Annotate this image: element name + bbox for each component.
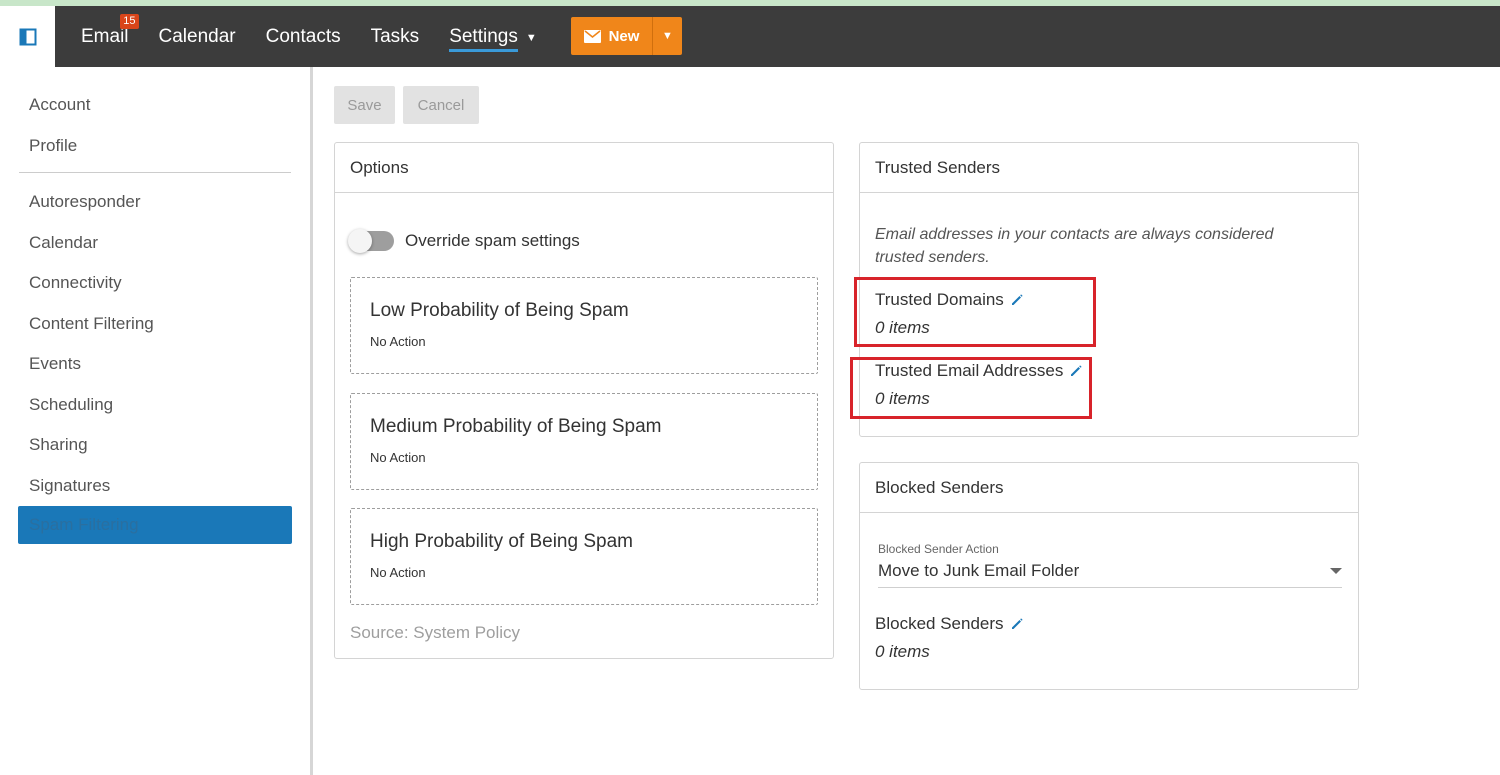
blocked-senders-title: Blocked Senders: [860, 463, 1358, 513]
sidebar-item-account[interactable]: Account: [29, 95, 90, 115]
trusted-senders-title: Trusted Senders: [860, 143, 1358, 193]
new-button[interactable]: New: [571, 17, 652, 55]
sidebar-item-profile[interactable]: Profile: [29, 136, 77, 156]
new-button-label: New: [608, 27, 640, 45]
nav-settings-label: Settings: [449, 26, 518, 52]
sidebar-item-label: Spam Filtering: [29, 515, 139, 534]
low-spam-level[interactable]: Low Probability of Being Spam No Action: [350, 277, 818, 374]
spam-level-title: Low Probability of Being Spam: [370, 300, 629, 321]
spam-level-title: Medium Probability of Being Spam: [370, 416, 662, 437]
sidebar-item-calendar[interactable]: Calendar: [29, 233, 98, 253]
sidebar-item-content-filtering[interactable]: Content Filtering: [29, 314, 154, 334]
sidebar-item-spam-filtering[interactable]: Spam Filtering: [18, 506, 292, 544]
cancel-button[interactable]: Cancel: [403, 86, 479, 124]
toggle-knob: [348, 229, 372, 253]
chevron-down-icon: [1330, 568, 1342, 574]
sidebar-item-autoresponder[interactable]: Autoresponder: [29, 192, 141, 212]
sidebar-toggle-button[interactable]: [0, 6, 55, 67]
blocked-senders-count: 0 items: [875, 642, 930, 661]
sidebar-item-scheduling[interactable]: Scheduling: [29, 395, 113, 415]
override-spam-label: Override spam settings: [405, 231, 580, 250]
nav-email[interactable]: Email 15: [81, 6, 139, 67]
trusted-senders-description: Email addresses in your contacts are alw…: [875, 226, 1274, 266]
blocked-action-label: Blocked Sender Action: [878, 542, 999, 556]
chevron-down-icon: ▼: [662, 30, 673, 42]
pencil-icon[interactable]: [1010, 617, 1024, 631]
policy-source: Source: System Policy: [350, 623, 521, 642]
new-button-group: New ▼: [571, 17, 682, 55]
nav-settings[interactable]: Settings ▼: [449, 6, 537, 67]
sidebar-item-events[interactable]: Events: [29, 354, 81, 374]
spam-level-action: No Action: [370, 450, 426, 465]
sidebar-item-sharing[interactable]: Sharing: [29, 435, 88, 455]
nav-contacts[interactable]: Contacts: [266, 6, 341, 67]
spam-level-action: No Action: [370, 565, 426, 580]
main-nav: Email 15 Calendar Contacts Tasks Setting…: [81, 6, 567, 67]
sidebar-item-signatures[interactable]: Signatures: [29, 476, 110, 496]
unread-count-badge: 15: [120, 14, 139, 29]
blocked-senders-panel: Blocked Senders Blocked Sender Action Mo…: [859, 462, 1359, 690]
nav-calendar[interactable]: Calendar: [159, 6, 236, 67]
sidebar-divider: [19, 172, 291, 173]
new-dropdown-button[interactable]: ▼: [652, 17, 682, 55]
panel-toggle-icon: [19, 28, 36, 45]
nav-calendar-label: Calendar: [158, 25, 236, 47]
blocked-senders-label: Blocked Senders: [875, 614, 1004, 633]
highlight-box-trusted-emails: [850, 357, 1092, 419]
options-panel: Options Override spam settings Low Proba…: [334, 142, 834, 659]
settings-sidebar: Account Profile Autoresponder Calendar C…: [0, 67, 310, 775]
override-spam-toggle[interactable]: [348, 229, 394, 253]
blocked-action-value: Move to Junk Email Folder: [878, 561, 1080, 580]
medium-spam-level[interactable]: Medium Probability of Being Spam No Acti…: [350, 393, 818, 490]
nav-tasks[interactable]: Tasks: [371, 6, 420, 67]
save-button[interactable]: Save: [334, 86, 395, 124]
top-navigation-bar: Email 15 Calendar Contacts Tasks Setting…: [0, 6, 1500, 67]
chevron-down-icon: ▼: [525, 31, 537, 44]
nav-tasks-label: Tasks: [370, 25, 420, 47]
sidebar-item-connectivity[interactable]: Connectivity: [29, 273, 122, 293]
highlight-box-trusted-domains: [854, 277, 1096, 347]
blocked-senders-field: Blocked Senders: [875, 614, 1024, 634]
envelope-icon: [583, 29, 601, 43]
blocked-action-select[interactable]: Move to Junk Email Folder: [878, 560, 1342, 588]
spam-level-title: High Probability of Being Spam: [370, 531, 633, 552]
spam-level-action: No Action: [370, 334, 426, 349]
sidebar-separator: [310, 67, 313, 775]
nav-contacts-label: Contacts: [265, 25, 341, 47]
high-spam-level[interactable]: High Probability of Being Spam No Action: [350, 508, 818, 605]
options-title: Options: [335, 143, 833, 193]
